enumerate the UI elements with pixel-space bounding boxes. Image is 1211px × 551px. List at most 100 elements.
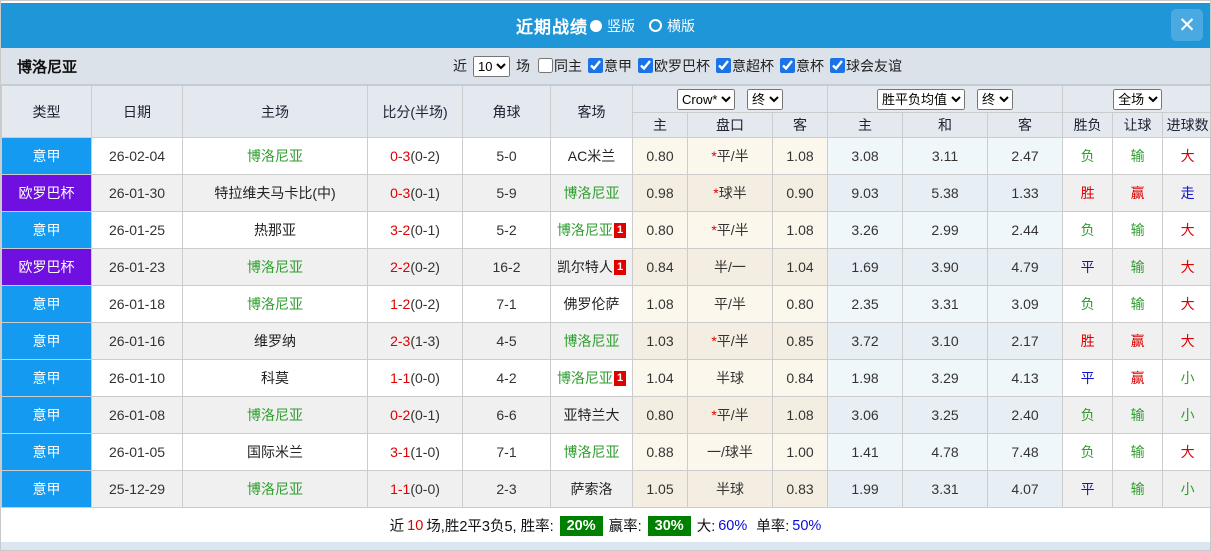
avg-home-odds: 1.99 bbox=[827, 470, 904, 508]
table-row: 意甲 26-01-05 国际米兰 3-1(1-0) 7-1 博洛尼亚 0.88 一/球半 1.0… bbox=[1, 433, 1210, 471]
outcome-cell: 胜 bbox=[1062, 174, 1114, 212]
filter-checkbox-item[interactable]: 意超杯 bbox=[710, 56, 774, 76]
filter-checkbox-item[interactable]: 球会友谊 bbox=[824, 56, 902, 76]
away-team-cell[interactable]: 博洛尼亚 bbox=[550, 322, 633, 360]
league-badge: 欧罗巴杯 bbox=[1, 174, 92, 212]
league-badge: 意甲 bbox=[1, 211, 92, 249]
home-team-cell[interactable]: 博洛尼亚 bbox=[182, 285, 368, 323]
away-team-cell[interactable]: 亚特兰大 bbox=[550, 396, 633, 434]
away-team-cell[interactable]: 萨索洛 bbox=[550, 470, 633, 508]
avg-odds-select[interactable]: 胜平负均值 bbox=[877, 88, 966, 110]
goals-result-cell: 大 bbox=[1162, 248, 1210, 286]
home-team-cell[interactable]: 博洛尼亚 bbox=[182, 248, 368, 286]
filter-checkbox[interactable] bbox=[638, 58, 653, 74]
avg-away-odds: 2.40 bbox=[987, 396, 1064, 434]
away-team-cell[interactable]: 佛罗伦萨 bbox=[550, 285, 633, 323]
outcome-cell: 平 bbox=[1062, 470, 1114, 508]
near-label: 近 bbox=[453, 58, 467, 74]
layout-radio-group: 竖版 横版 bbox=[588, 16, 695, 36]
handicap-away-odds: 1.04 bbox=[771, 248, 829, 286]
avg-away-odds: 7.48 bbox=[987, 433, 1064, 471]
handicap-result-cell: 输 bbox=[1112, 396, 1164, 434]
handicap-home-odds: 1.04 bbox=[632, 359, 688, 397]
filter-checkbox[interactable] bbox=[588, 58, 603, 74]
goals-result-cell: 大 bbox=[1162, 322, 1210, 360]
scope-select[interactable]: 全场 bbox=[1113, 88, 1163, 110]
filter-checkbox-label: 意甲 bbox=[604, 57, 632, 74]
score-cell: 1-1(0-0) bbox=[367, 359, 463, 397]
radio-vertical-label[interactable]: 竖版 bbox=[607, 16, 635, 36]
home-team-cell[interactable]: 博洛尼亚 bbox=[182, 396, 368, 434]
radio-horizontal-icon[interactable] bbox=[649, 19, 662, 32]
score-cell: 1-2(0-2) bbox=[367, 285, 463, 323]
radio-horizontal-label[interactable]: 横版 bbox=[667, 16, 695, 36]
handicap-result-cell: 输 bbox=[1112, 248, 1164, 286]
avg-time-select[interactable]: 终 bbox=[977, 88, 1014, 110]
footer-prefix: 近 bbox=[389, 519, 405, 535]
filter-checkbox-item[interactable]: 同主 bbox=[532, 56, 582, 76]
home-team-cell[interactable]: 热那亚 bbox=[182, 211, 368, 249]
filter-checkbox-item[interactable]: 意杯 bbox=[774, 56, 824, 76]
scope-select-group: 全场 bbox=[1062, 85, 1210, 113]
score-cell: 2-2(0-2) bbox=[367, 248, 463, 286]
goals-result-cell: 大 bbox=[1162, 211, 1210, 249]
filter-checkbox[interactable] bbox=[780, 58, 795, 74]
handicap-away-odds: 1.00 bbox=[771, 433, 829, 471]
subheader-avg-away: 客 bbox=[987, 112, 1064, 138]
home-team-cell[interactable]: 科莫 bbox=[182, 359, 368, 397]
home-team-cell[interactable]: 维罗纳 bbox=[182, 322, 368, 360]
home-team-cell[interactable]: 博洛尼亚 bbox=[182, 137, 368, 175]
goals-result-cell: 大 bbox=[1162, 137, 1210, 175]
bookmaker-select[interactable]: Crow* bbox=[677, 88, 736, 110]
away-team-cell[interactable]: 凯尔特人 1 bbox=[550, 248, 633, 286]
league-badge: 意甲 bbox=[1, 470, 92, 508]
filter-checkbox-label: 球会友谊 bbox=[846, 57, 902, 74]
subheader-outcome: 胜负 bbox=[1062, 112, 1114, 138]
handicap-home-odds: 0.98 bbox=[632, 174, 688, 212]
away-team-cell[interactable]: AC米兰 bbox=[550, 137, 633, 175]
table-row: 意甲 26-01-16 维罗纳 2-3(1-3) 4-5 博洛尼亚 1.03 *平/半 0.85… bbox=[1, 322, 1210, 360]
filter-checkbox[interactable] bbox=[830, 58, 845, 74]
close-icon[interactable]: ✕ bbox=[1171, 9, 1203, 41]
home-team-cell[interactable]: 博洛尼亚 bbox=[182, 470, 368, 508]
away-team-cell[interactable]: 博洛尼亚 1 bbox=[550, 359, 633, 397]
table-row: 意甲 26-02-04 博洛尼亚 0-3(0-2) 5-0 AC米兰 0.80 *平/半 1.0… bbox=[1, 137, 1210, 175]
filter-checkbox-label: 意杯 bbox=[796, 57, 824, 74]
handicap-result-cell: 赢 bbox=[1112, 322, 1164, 360]
card-badge: 1 bbox=[613, 260, 627, 275]
table-row: 意甲 26-01-08 博洛尼亚 0-2(0-1) 6-6 亚特兰大 0.80 *平/半 1.0… bbox=[1, 396, 1210, 434]
avg-home-odds: 3.72 bbox=[827, 322, 904, 360]
outcome-cell: 平 bbox=[1062, 359, 1114, 397]
handicap-line: 平/半 bbox=[687, 285, 773, 323]
filter-checkbox[interactable] bbox=[538, 58, 553, 74]
home-team-cell[interactable]: 国际米兰 bbox=[182, 433, 368, 471]
subheader-goals: 进球数 bbox=[1162, 112, 1210, 138]
avg-away-odds: 4.79 bbox=[987, 248, 1064, 286]
handicap-result-cell: 输 bbox=[1112, 285, 1164, 323]
avg-draw-odds: 5.38 bbox=[902, 174, 989, 212]
avg-home-odds: 9.03 bbox=[827, 174, 904, 212]
date-cell: 26-02-04 bbox=[91, 137, 183, 175]
corner-cell: 5-2 bbox=[462, 211, 551, 249]
win-rate-badge: 20% bbox=[559, 515, 603, 536]
corner-cell: 2-3 bbox=[462, 470, 551, 508]
handicap-away-odds: 0.83 bbox=[771, 470, 829, 508]
home-team-cell[interactable]: 特拉维夫马卡比(中) bbox=[182, 174, 368, 212]
filter-checkbox-item[interactable]: 意甲 bbox=[582, 56, 632, 76]
radio-vertical-selected-icon[interactable] bbox=[590, 19, 602, 32]
avg-home-odds: 1.41 bbox=[827, 433, 904, 471]
score-cell: 0-2(0-1) bbox=[367, 396, 463, 434]
away-team-cell[interactable]: 博洛尼亚 1 bbox=[550, 211, 633, 249]
avg-draw-odds: 3.90 bbox=[902, 248, 989, 286]
table-header: 类型 日期 主场 比分(半场) 角球 客场 Crow* 终 胜平负均值 终 全场… bbox=[1, 85, 1210, 138]
date-cell: 25-12-29 bbox=[91, 470, 183, 508]
filter-checkbox[interactable] bbox=[716, 58, 731, 74]
away-team-cell[interactable]: 博洛尼亚 bbox=[550, 174, 633, 212]
match-count-select[interactable]: 10 bbox=[473, 55, 510, 77]
goals-result-cell: 小 bbox=[1162, 396, 1210, 434]
handicap-time-select[interactable]: 终 bbox=[747, 88, 784, 110]
profit-rate-label: 赢率: bbox=[608, 519, 642, 535]
away-team-cell[interactable]: 博洛尼亚 bbox=[550, 433, 633, 471]
handicap-result-cell: 赢 bbox=[1112, 359, 1164, 397]
filter-checkbox-item[interactable]: 欧罗巴杯 bbox=[632, 56, 710, 76]
